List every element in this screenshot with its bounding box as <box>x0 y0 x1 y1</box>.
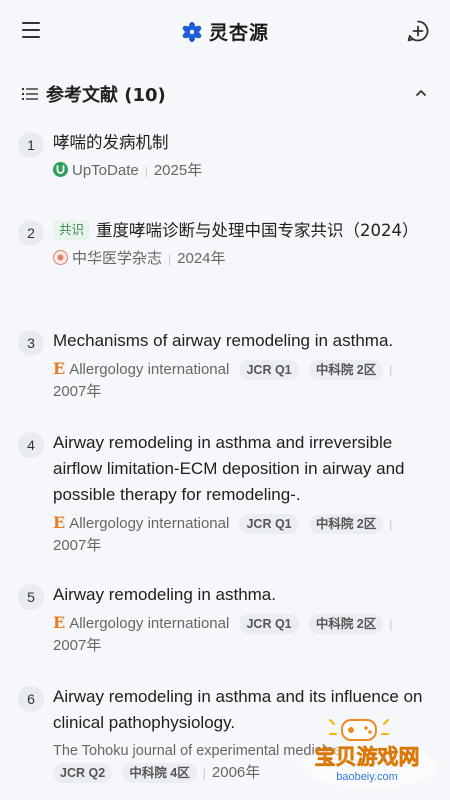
reference-item[interactable]: 1 哮喘的发病机制 UpToDate | 2025年 <box>18 130 434 182</box>
reference-meta: UpToDate | 2025年 <box>53 160 434 182</box>
reference-source: UpToDate <box>72 162 139 179</box>
reference-year: 2007年 <box>53 637 102 654</box>
jcr-tag: JCR Q2 <box>53 763 113 783</box>
reference-item[interactable]: 5 Airway remodeling in asthma. E Allergol… <box>18 582 434 657</box>
app-name: 灵杏源 <box>208 22 269 44</box>
elsevier-icon: E <box>53 513 66 532</box>
reference-year: 2007年 <box>53 383 102 400</box>
reference-meta: E Allergology international JCR Q1 中科院 2区… <box>53 612 434 657</box>
divider: | <box>389 517 393 531</box>
reference-meta: E Allergology international JCR Q1 中科院 2区… <box>53 512 434 557</box>
cas-tag: 中科院 4区 <box>122 763 197 783</box>
jcr-tag: JCR Q1 <box>239 614 299 634</box>
reference-source: Allergology international <box>69 361 230 378</box>
app-logo-icon <box>182 21 202 42</box>
reference-number: 4 <box>18 432 44 458</box>
section-title: 参考文献 (10) <box>46 85 166 106</box>
cma-journal-icon <box>53 250 68 265</box>
gamepad-icon <box>341 719 377 741</box>
divider: | <box>389 363 393 377</box>
reference-source: 中华医学杂志 <box>72 250 163 267</box>
watermark-text: 宝贝游戏网 <box>315 745 420 769</box>
reference-number: 2 <box>18 220 44 246</box>
cas-tag: 中科院 2区 <box>308 360 384 380</box>
jcr-tag: JCR Q1 <box>239 514 299 534</box>
reference-item[interactable]: 2 共识 重度哮喘诊断与处理中国专家共识（2024） 中华医学杂志 | 2024年 <box>18 218 434 270</box>
divider: | <box>202 766 206 780</box>
watermark-url: baobeiy.com <box>336 771 398 783</box>
reference-year: 2025年 <box>153 162 203 179</box>
divider: | <box>144 164 148 178</box>
reference-meta: 中华医学杂志 | 2024年 <box>53 248 434 270</box>
reference-title[interactable]: Airway remodeling in asthma. <box>53 582 434 608</box>
reference-meta: E Allergology international JCR Q1 中科院 2区… <box>53 358 434 403</box>
reference-title[interactable]: 共识 重度哮喘诊断与处理中国专家共识（2024） <box>53 218 434 244</box>
uptodate-icon <box>53 162 68 177</box>
reference-title[interactable]: 哮喘的发病机制 <box>53 130 434 156</box>
app-brand: 灵杏源 <box>0 18 450 44</box>
watermark: 宝贝游戏网 baobeiy.com <box>302 719 438 788</box>
reference-number: 6 <box>18 686 44 712</box>
divider: | <box>389 617 393 631</box>
reference-year: 2024年 <box>177 250 226 267</box>
list-icon <box>22 88 38 100</box>
new-chat-icon[interactable] <box>406 19 430 43</box>
reference-title[interactable]: Mechanisms of airway remodeling in asthm… <box>53 328 434 354</box>
reference-source: Allergology international <box>69 615 230 632</box>
jcr-tag: JCR Q1 <box>239 360 299 380</box>
reference-source: Allergology international <box>69 515 230 532</box>
elsevier-icon: E <box>53 359 66 378</box>
reference-item[interactable]: 4 Airway remodeling in asthma and irreve… <box>18 430 434 557</box>
references-panel: 参考文献 (10) 1 哮喘的发病机制 UpToDate | 2025年 2 共识重… <box>0 62 450 800</box>
reference-title[interactable]: Airway remodeling in asthma and irrevers… <box>53 430 434 508</box>
chevron-up-icon[interactable] <box>412 84 430 102</box>
elsevier-icon: E <box>53 613 66 632</box>
top-bar: 灵杏源 <box>0 0 450 62</box>
reference-number: 3 <box>18 330 44 356</box>
cas-tag: 中科院 2区 <box>308 514 384 534</box>
reference-year: 2006年 <box>211 764 261 781</box>
reference-number: 1 <box>18 132 44 158</box>
reference-title-text: 重度哮喘诊断与处理中国专家共识（2024） <box>96 221 419 240</box>
reference-number: 5 <box>18 584 44 610</box>
consensus-badge: 共识 <box>53 220 91 240</box>
divider: | <box>168 252 172 266</box>
cas-tag: 中科院 2区 <box>308 614 384 634</box>
references-header[interactable]: 参考文献 (10) <box>22 82 430 106</box>
reference-year: 2007年 <box>53 537 102 554</box>
reference-item[interactable]: 3 Mechanisms of airway remodeling in ast… <box>18 328 434 403</box>
